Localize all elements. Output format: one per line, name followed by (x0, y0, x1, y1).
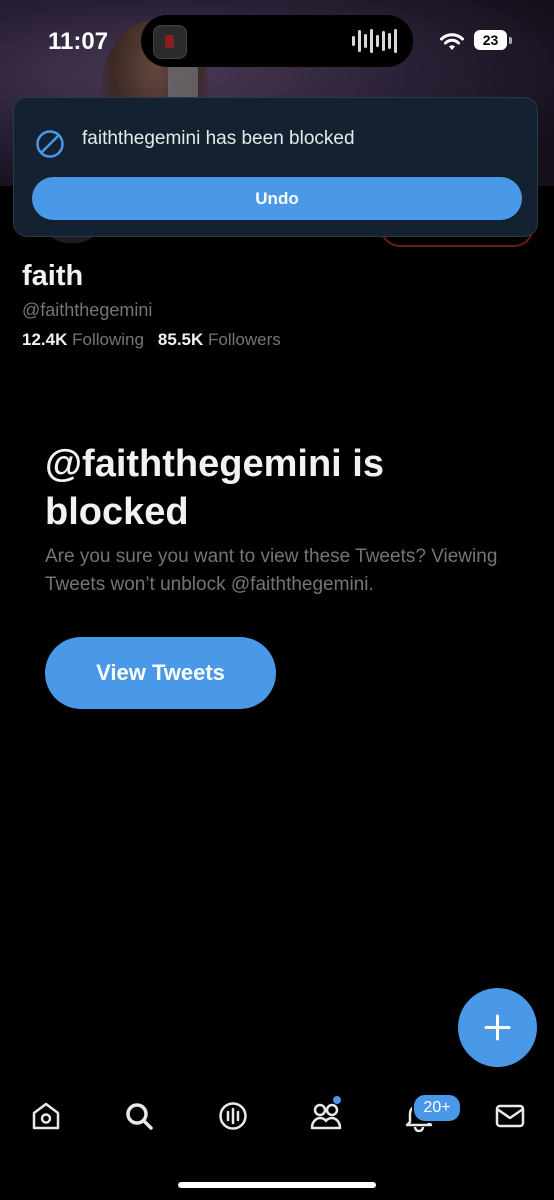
profile-handle: @faiththegemini (22, 300, 153, 320)
following-label: Following (72, 330, 144, 349)
blocked-toast: faiththegemini has been blocked Undo (13, 97, 538, 237)
profile-name: faith (22, 260, 84, 292)
compose-tweet-button[interactable] (458, 988, 537, 1067)
dynamic-island[interactable] (141, 15, 413, 67)
undo-button[interactable]: Undo (32, 177, 522, 220)
notifications-badge: 20+ (412, 1093, 462, 1123)
communities-icon[interactable] (310, 1100, 342, 1132)
spaces-icon[interactable] (217, 1100, 249, 1132)
blocked-description: Are you sure you want to view these Twee… (45, 546, 498, 595)
wifi-icon (439, 32, 465, 57)
battery-indicator: 23 (474, 30, 512, 50)
followers-label: Followers (208, 330, 281, 349)
status-bar: 11:07 23 (0, 0, 554, 80)
following-count: 12.4K (22, 330, 68, 349)
followers-stat[interactable]: 85.5K Followers (158, 330, 281, 349)
following-stat[interactable]: 12.4K Following (22, 330, 144, 349)
blocked-title: @faiththegemini is blocked (45, 443, 384, 533)
profile-stats: 12.4K Following 85.5K Followers (22, 330, 281, 350)
now-playing-thumb-icon (153, 25, 187, 59)
view-tweets-button[interactable]: View Tweets (45, 637, 276, 709)
communities-unread-dot (333, 1096, 341, 1104)
plus-icon (484, 1014, 511, 1041)
status-time: 11:07 (48, 28, 109, 55)
audio-wave-icon (352, 29, 397, 53)
followers-count: 85.5K (157, 330, 204, 349)
bottom-nav (0, 1085, 554, 1155)
home-indicator[interactable] (178, 1182, 376, 1188)
toast-message: faiththegemini has been blocked (82, 128, 355, 149)
messages-icon[interactable] (494, 1100, 526, 1132)
home-icon[interactable] (30, 1100, 62, 1132)
block-icon (34, 128, 66, 160)
search-icon[interactable] (123, 1100, 155, 1132)
